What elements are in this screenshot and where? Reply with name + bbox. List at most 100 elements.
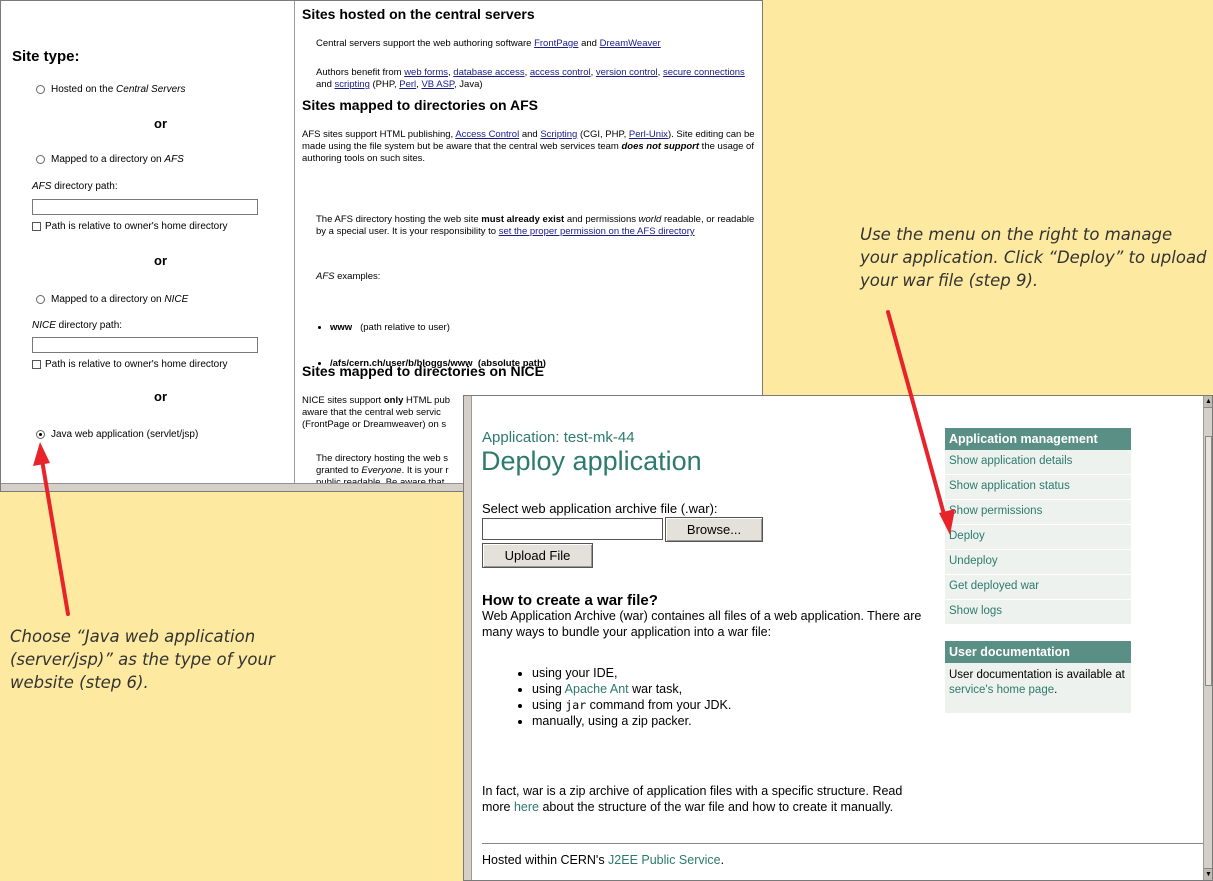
link-afs-access-control[interactable]: Access Control: [455, 129, 519, 140]
list-item: manually, using a zip packer.: [532, 713, 731, 729]
text: Everyone: [361, 465, 402, 476]
option-nice-label: Mapped to a directory on: [51, 294, 165, 305]
text: AFS: [316, 271, 335, 282]
vertical-scrollbar[interactable]: ▲ ▼: [1203, 396, 1212, 880]
link-web-forms[interactable]: web forms: [404, 67, 448, 78]
text: must already exist: [481, 214, 565, 225]
option-afs[interactable]: Mapped to a directory on AFS: [36, 154, 184, 165]
application-management-menu: Application management Show application …: [945, 428, 1131, 625]
nice-p1: NICE sites support only HTML pub aware th…: [302, 395, 482, 431]
text: . It is your r: [401, 465, 449, 476]
link-scripting[interactable]: scripting: [335, 79, 370, 90]
afs-relative-checkbox-row[interactable]: Path is relative to owner's home directo…: [32, 221, 228, 232]
caption-java: Choose “Java web application (server/jsp…: [10, 627, 275, 692]
text: , Java): [454, 79, 483, 90]
link-version-control[interactable]: version control: [596, 67, 658, 78]
link-perl[interactable]: Perl: [399, 79, 416, 90]
afs-relative-checkbox[interactable]: [32, 222, 41, 231]
text: The directory hosting the web s: [316, 453, 449, 464]
application-label: Application: test-mk-44: [482, 429, 635, 446]
menu-item-undeploy[interactable]: Undeploy: [945, 550, 1131, 575]
or-separator-3: or: [154, 389, 167, 404]
text: aware that the central web servic: [302, 407, 441, 418]
text: (PHP,: [369, 79, 400, 90]
afs-path-label-rest: directory path:: [51, 181, 118, 192]
link-dreamweaver[interactable]: DreamWeaver: [600, 38, 661, 49]
text: Central servers support the web authorin…: [316, 38, 535, 49]
option-central-servers[interactable]: Hosted on the Central Servers: [36, 84, 186, 95]
user-documentation-box: User documentation User documentation is…: [945, 641, 1131, 713]
text: does not support: [621, 141, 700, 152]
text: HTML pub: [403, 395, 451, 406]
list-item: using jar command from your JDK.: [532, 697, 731, 713]
text: The AFS directory hosting the web site: [316, 214, 482, 225]
link-frontpage[interactable]: FrontPage: [534, 38, 578, 49]
list-item: using Apache Ant war task,: [532, 681, 731, 697]
text: using: [532, 682, 565, 696]
afs-p1: AFS sites support HTML publishing, Acces…: [302, 129, 762, 165]
text: User documentation is available at: [949, 669, 1125, 681]
radio-java-web-application[interactable]: [36, 430, 45, 439]
link-j2ee-public-service[interactable]: J2EE Public Service: [608, 853, 721, 867]
nice-path-label-em: NICE: [32, 320, 56, 331]
central-servers-title: Sites hosted on the central servers: [302, 6, 535, 22]
text: .: [1054, 684, 1058, 696]
nice-path-input[interactable]: [32, 337, 258, 353]
menu-item-show-permissions[interactable]: Show permissions: [945, 500, 1131, 525]
menu-item-show-logs[interactable]: Show logs: [945, 600, 1131, 625]
nice-path-label: NICE directory path:: [32, 320, 122, 331]
link-vb-asp[interactable]: VB ASP: [421, 79, 454, 90]
window-frame: [464, 396, 472, 880]
link-apache-ant[interactable]: Apache Ant: [565, 682, 629, 696]
text: only: [383, 395, 404, 406]
link-access-control[interactable]: access control: [530, 67, 591, 78]
menu-item-show-application-status[interactable]: Show application status: [945, 475, 1131, 500]
nice-path-label-rest: directory path:: [55, 320, 123, 331]
text: about the structure of the war file and …: [538, 800, 894, 814]
radio-central-servers[interactable]: [36, 85, 45, 94]
text: world: [638, 214, 662, 225]
text: using: [532, 698, 566, 712]
radio-nice[interactable]: [36, 295, 45, 304]
option-nice[interactable]: Mapped to a directory on NICE: [36, 294, 188, 305]
menu-item-deploy[interactable]: Deploy: [945, 525, 1131, 550]
scroll-thumb[interactable]: [1205, 436, 1212, 686]
afs-path-label-em: AFS: [32, 181, 52, 192]
nice-relative-checkbox-row[interactable]: Path is relative to owner's home directo…: [32, 359, 228, 370]
nice-relative-label: Path is relative to owner's home directo…: [45, 359, 228, 370]
text: (path relative to user): [352, 322, 450, 333]
page-title: Deploy application: [481, 446, 702, 476]
scroll-up-icon[interactable]: ▲: [1204, 396, 1212, 408]
link-secure-connections[interactable]: secure connections: [663, 67, 745, 78]
select-war-label: Select web application archive file (.wa…: [482, 501, 718, 516]
menu-item-show-application-details[interactable]: Show application details: [945, 450, 1131, 475]
afs-path-label: AFS directory path:: [32, 181, 118, 192]
upload-file-button[interactable]: Upload File: [482, 543, 593, 568]
option-java-web-application[interactable]: Java web application (servlet/jsp): [36, 429, 198, 440]
scroll-down-icon[interactable]: ▼: [1204, 868, 1212, 880]
link-afs-scripting[interactable]: Scripting: [540, 129, 577, 140]
text: and permissions: [564, 214, 639, 225]
nice-relative-checkbox[interactable]: [32, 360, 41, 369]
deploy-application-window: Application: test-mk-44 Deploy applicati…: [463, 395, 1213, 881]
or-separator-1: or: [154, 116, 167, 131]
radio-afs[interactable]: [36, 155, 45, 164]
option-central-label: Hosted on the: [51, 84, 117, 95]
text: war task,: [628, 682, 683, 696]
text: command from your JDK.: [586, 698, 732, 712]
text: .: [720, 853, 725, 867]
link-here[interactable]: here: [514, 800, 539, 814]
link-perl-unix[interactable]: Perl-Unix: [629, 129, 668, 140]
howto-paragraph: Web Application Archive (war) containes …: [482, 609, 922, 639]
site-type-heading: Site type:: [12, 48, 80, 65]
link-set-permission[interactable]: set the proper permission on the AFS dir…: [499, 226, 695, 237]
user-doc-body: User documentation is available at servi…: [945, 663, 1131, 713]
browse-button[interactable]: Browse...: [665, 517, 763, 542]
link-service-home-page[interactable]: service's home page: [949, 684, 1054, 696]
link-database-access[interactable]: database access: [453, 67, 524, 78]
afs-path-input[interactable]: [32, 199, 258, 215]
howto-list: using your IDE, using Apache Ant war tas…: [532, 665, 731, 729]
afs-examples-list: www (path relative to user) /afs/cern.ch…: [330, 298, 750, 394]
war-file-input[interactable]: [482, 518, 663, 540]
menu-item-get-deployed-war[interactable]: Get deployed war: [945, 575, 1131, 600]
